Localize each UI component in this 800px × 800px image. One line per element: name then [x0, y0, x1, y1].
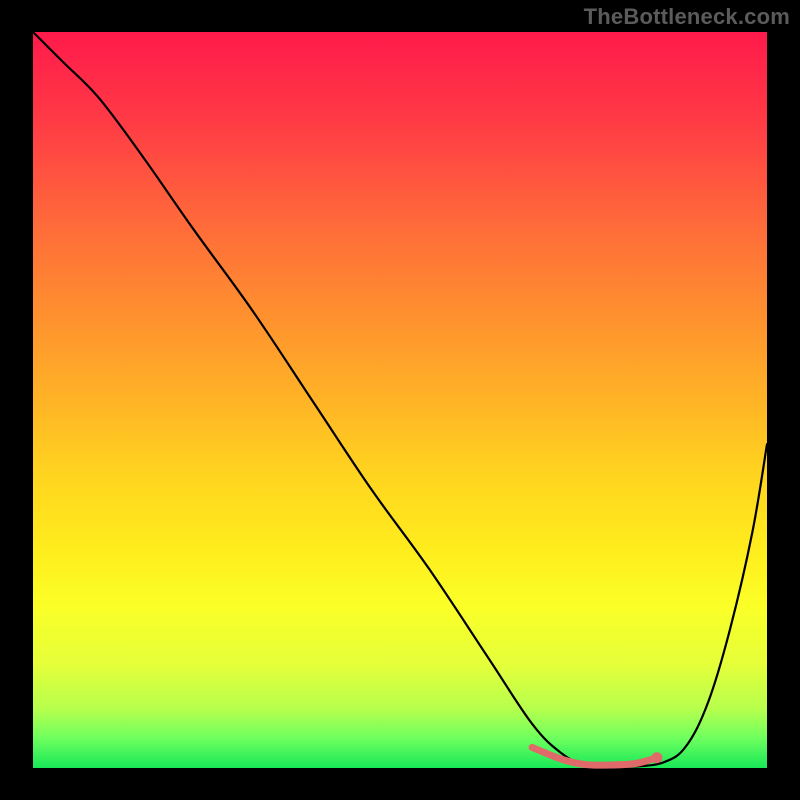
curve-svg — [33, 32, 767, 768]
plot-area — [33, 32, 767, 768]
optimal-range-end-dot — [651, 752, 662, 763]
optimal-range-curve — [532, 747, 657, 765]
attribution-text: TheBottleneck.com — [584, 4, 790, 30]
chart-frame: TheBottleneck.com — [0, 0, 800, 800]
bottleneck-curve — [33, 32, 767, 767]
